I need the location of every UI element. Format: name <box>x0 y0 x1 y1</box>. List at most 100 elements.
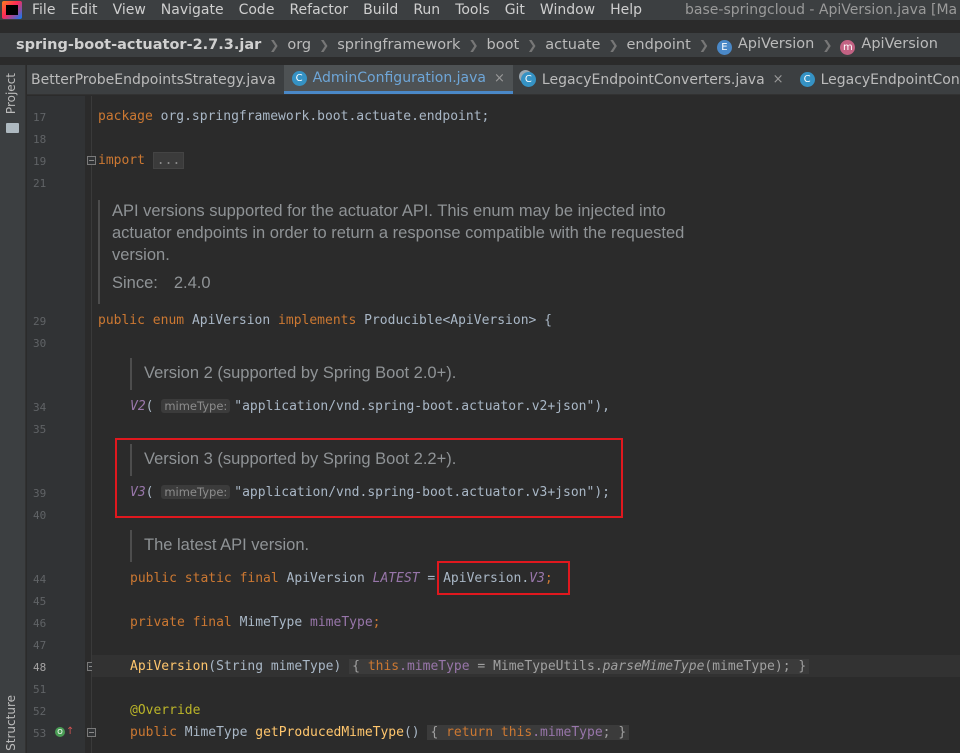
code-editor[interactable]: package org.springframework.boot.actuate… <box>92 96 960 753</box>
line-number: 21 <box>33 177 47 190</box>
breadcrumb-org[interactable]: org <box>287 37 311 53</box>
structure-tool-button[interactable]: Structure <box>4 695 18 751</box>
assignment: = MimeTypeUtils. <box>469 659 603 674</box>
enum-constant: V2 <box>130 399 146 414</box>
line-number: 39 <box>33 487 47 500</box>
code-line: V2( mimeType: "application/vnd.spring-boo… <box>130 399 610 414</box>
keyword: enum <box>152 313 185 328</box>
menu-refactor[interactable]: Refactor <box>289 2 348 18</box>
code-line: import ... <box>98 152 185 169</box>
paren: ( <box>145 399 154 414</box>
package-name: org.springframework.boot.actuate.endpoin… <box>152 109 490 124</box>
breadcrumb-endpoint[interactable]: endpoint <box>627 37 691 53</box>
line-number: 46 <box>33 617 47 630</box>
class-icon: C <box>799 72 815 87</box>
tab-label: BetterProbeEndpointsStrategy.java <box>31 71 276 88</box>
menu-navigate[interactable]: Navigate <box>161 2 224 18</box>
keyword: this <box>493 725 533 740</box>
keyword: this <box>367 659 400 674</box>
constant-name: LATEST <box>372 571 420 586</box>
line-number: 29 <box>33 315 47 328</box>
keyword: import <box>98 153 145 168</box>
breadcrumb-member[interactable]: m ApiVersion <box>840 36 938 55</box>
keyword: package <box>98 109 153 124</box>
type-name: MimeType <box>176 725 256 740</box>
breadcrumb-class[interactable]: E ApiVersion <box>716 35 815 55</box>
menu-view[interactable]: View <box>113 2 146 18</box>
folded-body[interactable]: { return this.mimeType; } <box>427 725 630 740</box>
line-number: 35 <box>33 423 47 436</box>
menu-tools[interactable]: Tools <box>455 2 490 18</box>
line-number: 30 <box>33 337 47 350</box>
doc-text: actuator endpoints in order to return a … <box>112 224 685 242</box>
chevron-right-icon: ❯ <box>269 38 280 52</box>
arrow-up-icon[interactable]: ↑ <box>66 726 74 737</box>
breadcrumb-jar[interactable]: spring-boot-actuator-2.7.3.jar <box>16 37 261 53</box>
keyword: public <box>98 313 145 328</box>
breadcrumb-springframework[interactable]: springframework <box>337 37 460 53</box>
menu-edit[interactable]: Edit <box>70 2 97 18</box>
breadcrumb-class-label: ApiVersion <box>737 35 815 52</box>
menu-code[interactable]: Code <box>239 2 275 18</box>
close-icon[interactable]: × <box>494 71 505 86</box>
menu-file[interactable]: File <box>32 2 55 18</box>
brace: { <box>352 659 368 674</box>
breadcrumb-boot[interactable]: boot <box>487 37 520 53</box>
doc-text: version. <box>112 246 170 264</box>
intellij-logo-icon <box>2 1 22 19</box>
tab-admin-configuration[interactable]: C AdminConfiguration.java × <box>283 65 513 94</box>
tab-label: LegacyEndpointConve <box>820 71 960 88</box>
line-number: 45 <box>33 595 47 608</box>
static-method-call: parseMimeType <box>602 659 705 674</box>
chevron-right-icon: ❯ <box>698 38 709 52</box>
editor-tabs: BetterProbeEndpointsStrategy.java C Admi… <box>27 65 960 95</box>
menu-run[interactable]: Run <box>413 2 440 18</box>
code-line: package org.springframework.boot.actuate… <box>98 109 489 124</box>
close-icon[interactable]: × <box>773 72 784 87</box>
keyword: public <box>130 725 177 740</box>
annotation: @Override <box>130 703 201 718</box>
project-tool-button[interactable]: Project <box>4 73 18 114</box>
tab-legacy-endpoint-conve[interactable]: C LegacyEndpointConve <box>792 65 960 94</box>
annotation-highlight-box <box>437 561 570 595</box>
breadcrumb-actuate[interactable]: actuate <box>545 37 600 53</box>
window-title: base-springcloud - ApiVersion.java [Ma <box>685 2 958 18</box>
tab-better-probe[interactable]: BetterProbeEndpointsStrategy.java <box>27 65 284 94</box>
menu-git[interactable]: Git <box>505 2 525 18</box>
doc-text: The latest API version. <box>144 536 310 554</box>
folded-imports[interactable]: ... <box>152 152 185 169</box>
breadcrumb: spring-boot-actuator-2.7.3.jar ❯ org ❯ s… <box>0 33 960 57</box>
keyword: implements <box>278 313 357 328</box>
chevron-right-icon: ❯ <box>608 38 619 52</box>
line-number: 53 <box>33 727 47 740</box>
brace: { <box>536 313 553 328</box>
enum-icon: E <box>716 39 732 55</box>
tab-label: AdminConfiguration.java <box>312 70 487 86</box>
line-number: 40 <box>33 509 47 522</box>
folded-body[interactable]: { this.mimeType = MimeTypeUtils.parseMim… <box>349 659 810 674</box>
parameter-hint: mimeType: <box>161 399 231 413</box>
string-literal: "application/vnd.spring-boot.actuator.v2… <box>234 399 595 414</box>
menu-build[interactable]: Build <box>363 2 398 18</box>
folder-icon <box>6 123 19 133</box>
field-name: mimeType <box>310 615 373 630</box>
tab-legacy-endpoint-converters[interactable]: C LegacyEndpointConverters.java × <box>513 65 792 94</box>
javadoc-render: API versions supported for the actuator … <box>98 200 738 304</box>
tab-label: LegacyEndpointConverters.java <box>541 71 765 88</box>
override-method-icon[interactable]: O <box>55 727 65 737</box>
menu-window[interactable]: Window <box>540 2 595 18</box>
brace: { <box>430 725 447 740</box>
annotation-highlight-box <box>115 438 623 518</box>
field-ref: .mimeType <box>532 725 603 740</box>
punctuation: ), <box>594 399 610 414</box>
type-name: ApiVersion <box>278 571 373 586</box>
javadoc-render: Version 2 (supported by Spring Boot 2.0+… <box>130 358 490 390</box>
code-line: private final MimeType mimeType; <box>130 615 380 630</box>
menu-help[interactable]: Help <box>610 2 642 18</box>
line-number: 17 <box>33 111 47 124</box>
field-ref: .mimeType <box>399 659 470 674</box>
code-line: ApiVersion(String mimeType) { this.mimeT… <box>130 659 810 674</box>
chevron-right-icon: ❯ <box>527 38 538 52</box>
class-icon: C <box>291 70 307 86</box>
chevron-right-icon: ❯ <box>468 38 479 52</box>
